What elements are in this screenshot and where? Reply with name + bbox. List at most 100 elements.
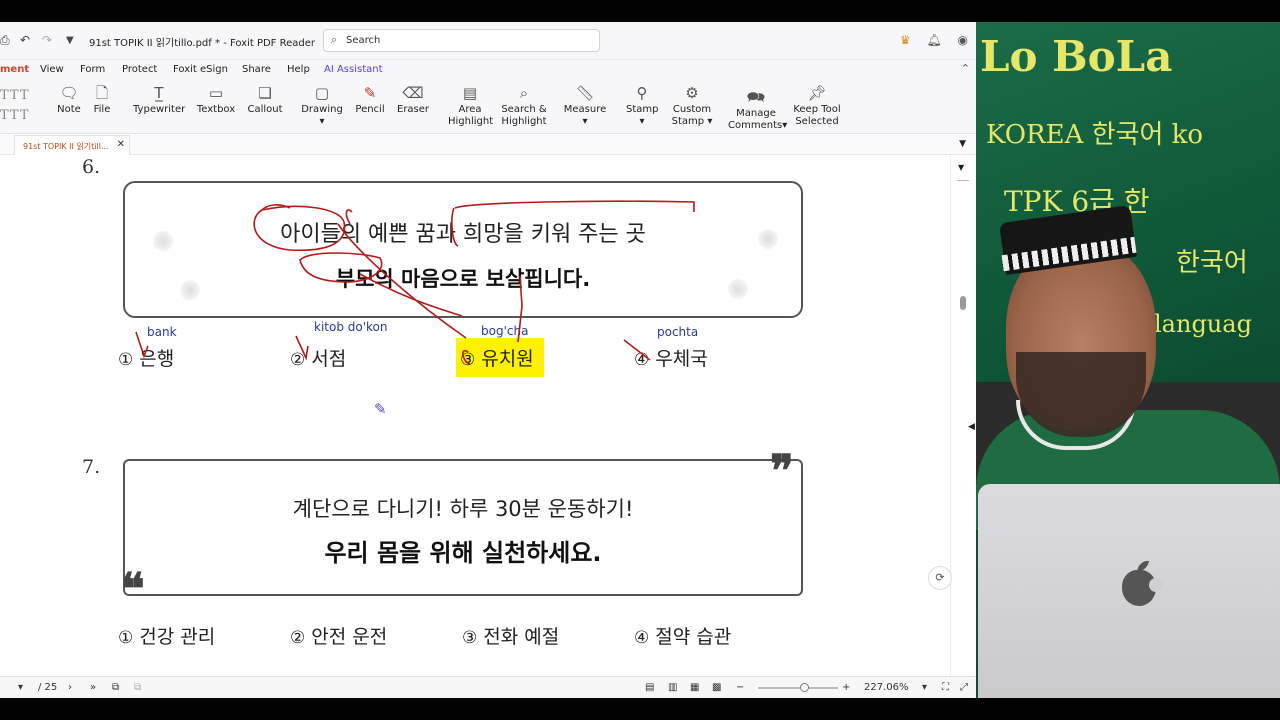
manage-comments-label-2: Comments — [728, 120, 783, 131]
undo-icon[interactable]: ↶ — [20, 33, 30, 47]
option-number: ④ — [634, 628, 650, 648]
zoom-level[interactable]: 227.06% — [864, 682, 909, 693]
title-right-icons: ♛ 🔔︎ ◉ — [888, 33, 968, 47]
note-icon: 🗨︎ — [59, 84, 79, 102]
tab-list-dropdown-icon[interactable]: ▼ — [959, 139, 966, 149]
scroll-thumb[interactable] — [960, 296, 966, 310]
menu-protect[interactable]: Protect — [122, 64, 157, 75]
question-6-box: 아이들의 예쁜 꿈과 희망을 키워 주는 곳 부모의 마음으로 보살핍니다. — [123, 181, 803, 318]
option-text: 안전 운전 — [311, 626, 388, 648]
page-view-icon[interactable]: ⧉ — [112, 682, 119, 693]
custom-stamp-button[interactable]: ⚙ Custom Stamp ▾ — [670, 82, 714, 128]
drawing-icon: ▢ — [314, 84, 330, 102]
text-markup-icons[interactable]: TTT TTT — [0, 86, 30, 126]
drawing-label: Drawing — [301, 104, 343, 115]
note-label: Note — [57, 104, 81, 115]
chalk-text: 한국어 — [1176, 248, 1248, 278]
option-text: 유치원 — [481, 348, 534, 370]
question-7-box: 계단으로 다니기! 하루 30분 운동하기! 우리 몸을 위해 실천하세요. — [123, 459, 803, 596]
textbox-button[interactable]: ▭ Textbox — [196, 82, 236, 116]
file-button[interactable]: 🗋 File — [90, 82, 114, 116]
assistant-float-button[interactable]: ⟳ — [928, 566, 952, 590]
custom-stamp-label-1: Custom — [672, 104, 712, 115]
zoom-slider-knob[interactable] — [800, 683, 809, 692]
manage-comments-label-1: Manage — [736, 108, 776, 119]
zoom-in-icon[interactable]: + — [842, 682, 850, 693]
document-tab[interactable]: 91st TOPIK II 읽기till... ✕ — [14, 135, 130, 155]
scroll-menu-icon[interactable]: ▼ — [958, 163, 964, 172]
bell-icon[interactable]: 🔔︎ — [926, 33, 941, 47]
option-text: 전화 예절 — [483, 626, 560, 648]
keep-tool-selected-button[interactable]: 📌︎ Keep Tool Selected — [791, 82, 843, 128]
option-number: ③ — [462, 628, 478, 648]
option-number: ① — [118, 350, 134, 370]
q6-option-3-highlighted: ③ 유치원 — [456, 338, 544, 377]
search-highlight-label-1: Search & — [501, 104, 547, 115]
vertical-scrollbar[interactable]: ▼ — [950, 156, 976, 676]
page-input-dropdown-icon[interactable]: ▾ — [18, 682, 23, 693]
menu-form[interactable]: Form — [80, 64, 105, 75]
measure-button[interactable]: 📏︎ Measure ▾ — [563, 82, 607, 128]
typewriter-button[interactable]: T̲ Typewriter — [133, 82, 185, 116]
eraser-button[interactable]: ⌫ Eraser — [397, 82, 429, 116]
search-highlight-label-2: Highlight — [501, 116, 547, 127]
page-view-icon-2[interactable]: ⧉ — [134, 682, 141, 693]
question-6-line-1: 아이들의 예쁜 꿈과 희망을 키워 주는 곳 — [280, 222, 646, 247]
menu-share[interactable]: Share — [242, 64, 271, 75]
note-button[interactable]: 🗨︎ Note — [56, 82, 82, 116]
zoom-out-icon[interactable]: − — [736, 682, 744, 693]
chalk-text: Lo BoLa — [980, 32, 1173, 81]
chevron-down-icon[interactable]: ▼ — [66, 35, 74, 46]
option-number: ② — [290, 350, 306, 370]
stamp-button[interactable]: ⚲ Stamp ▾ — [626, 82, 659, 128]
q6-option-4: ④ 우체국 — [634, 344, 708, 371]
zoom-slider[interactable] — [758, 687, 838, 689]
menu-view[interactable]: View — [40, 64, 64, 75]
facing-icon[interactable]: ▦ — [690, 682, 699, 693]
custom-stamp-label-2: Stamp — [671, 116, 705, 127]
callout-button[interactable]: ❏ Callout — [246, 82, 284, 116]
drawing-button[interactable]: ▢ Drawing ▾ — [301, 82, 343, 128]
close-icon[interactable]: ✕ — [117, 139, 125, 150]
keep-tool-label-2: Selected — [795, 116, 839, 127]
document-tab-bar: 91st TOPIK II 읽기till... ✕ ▼ — [0, 135, 976, 155]
chalk-text: languag — [1154, 310, 1252, 338]
search-placeholder: Search — [346, 35, 381, 46]
single-page-icon[interactable]: ▤ — [645, 682, 654, 693]
collapse-panel-icon[interactable]: ◀ — [968, 422, 975, 432]
area-highlight-button[interactable]: ▤ Area Highlight — [448, 82, 493, 128]
next-page-icon[interactable]: › — [68, 682, 72, 693]
last-page-icon[interactable]: » — [90, 682, 96, 693]
print-icon[interactable]: ⎙ — [0, 33, 10, 48]
menu-ai-assistant[interactable]: AI Assistant — [324, 64, 383, 75]
collapse-ribbon-icon[interactable]: ⌃ — [961, 62, 970, 75]
file-label: File — [93, 104, 111, 115]
fullscreen-icon[interactable]: ⤢ — [960, 682, 968, 693]
area-highlight-label-1: Area — [458, 104, 482, 115]
menu-foxit-esign[interactable]: Foxit eSign — [173, 64, 228, 75]
question-7-number: 7. — [82, 456, 101, 478]
fit-page-icon[interactable]: ⛶ — [942, 682, 949, 693]
textbox-icon: ▭ — [208, 84, 224, 102]
account-icon[interactable]: ◉ — [958, 33, 968, 47]
close-quote-icon: ❞ — [770, 446, 794, 497]
menu-help[interactable]: Help — [287, 64, 310, 75]
pencil-button[interactable]: ✎ Pencil — [354, 82, 386, 116]
option-text: 우체국 — [655, 348, 708, 370]
crown-icon[interactable]: ♛ — [900, 33, 911, 47]
search-highlight-button[interactable]: ⌕ Search & Highlight — [500, 82, 548, 128]
continuous-facing-icon[interactable]: ▩ — [712, 682, 721, 693]
eraser-label: Eraser — [397, 104, 430, 115]
q7-option-3: ③ 전화 예절 — [462, 622, 559, 649]
continuous-icon[interactable]: ▥ — [668, 682, 677, 693]
zoom-dropdown-icon[interactable]: ▾ — [922, 682, 927, 693]
search-icon: ⌕ — [331, 33, 338, 46]
question-7-line-2: 우리 몸을 위해 실천하세요. — [324, 539, 602, 567]
redo-icon[interactable]: ↷ — [42, 33, 52, 47]
manage-comments-button[interactable]: 🗪︎ Manage Comments▾ — [728, 86, 787, 132]
search-input[interactable]: ⌕ Search — [323, 29, 600, 52]
menu-comment[interactable]: ment — [0, 64, 29, 75]
option-number: ① — [118, 628, 134, 648]
custom-stamp-icon: ⚙ — [685, 84, 699, 102]
q7-option-1: ① 건강 관리 — [118, 622, 215, 649]
